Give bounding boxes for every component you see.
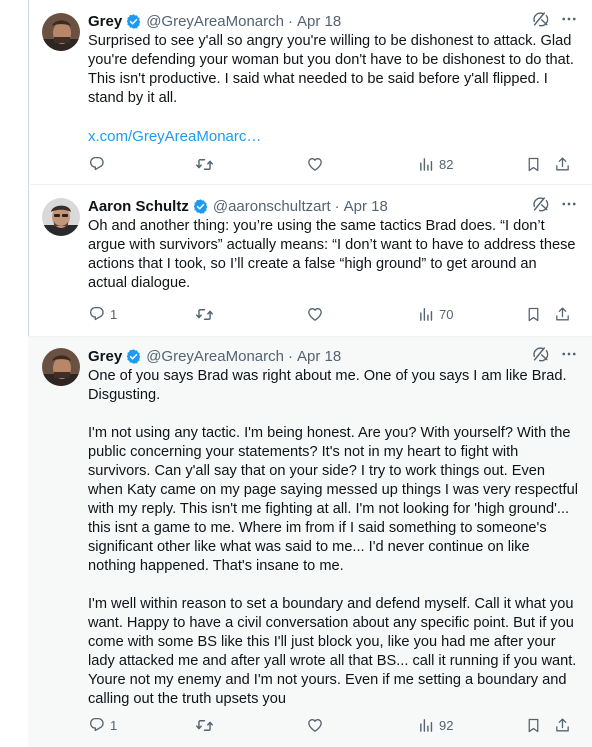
bookmark-button[interactable] — [525, 717, 542, 734]
tweet-header: Aaron Schultz @aaronschultzart · Apr 18 — [88, 196, 578, 216]
repost-button[interactable] — [195, 305, 218, 324]
bookmark-button[interactable] — [525, 306, 542, 323]
separator: · — [287, 12, 293, 30]
tweet[interactable]: Grey @GreyAreaMonarch · Apr 18 One of yo… — [28, 336, 592, 747]
grok-icon[interactable] — [531, 345, 550, 368]
reply-button[interactable]: 1 — [88, 716, 117, 734]
reply-count: 1 — [110, 717, 118, 733]
avatar[interactable] — [42, 348, 80, 386]
tweet-text: Surprised to see y'all so angry you're w… — [88, 33, 578, 106]
share-button[interactable] — [554, 306, 571, 323]
like-button[interactable] — [306, 305, 328, 323]
tweet-text: One of you says Brad was right about me.… — [88, 368, 578, 707]
post-date[interactable]: Apr 18 — [297, 13, 341, 30]
verified-badge-icon — [192, 198, 209, 215]
reply-count: 1 — [110, 306, 118, 322]
repost-button[interactable] — [195, 716, 218, 735]
views-count: 92 — [439, 717, 454, 733]
views-button[interactable]: 70 — [418, 306, 453, 323]
tweet[interactable]: Grey @GreyAreaMonarch · Apr 18 Surprised… — [28, 0, 592, 184]
reply-button[interactable] — [88, 155, 110, 173]
reply-button[interactable]: 1 — [88, 305, 117, 323]
share-button[interactable] — [554, 156, 571, 173]
views-button[interactable]: 92 — [418, 717, 453, 734]
more-options-icon[interactable] — [560, 195, 578, 217]
user-handle[interactable]: @GreyAreaMonarch — [146, 348, 284, 365]
tweet-link[interactable]: x.com/GreyAreaMonarc… — [88, 127, 578, 146]
verified-badge-icon — [125, 348, 142, 365]
like-button[interactable] — [306, 155, 328, 173]
separator: · — [287, 347, 293, 365]
avatar[interactable] — [42, 13, 80, 51]
more-options-icon[interactable] — [560, 10, 578, 32]
post-date[interactable]: Apr 18 — [344, 198, 388, 215]
tweet-actions: 1 92 — [88, 715, 574, 735]
repost-button[interactable] — [195, 155, 218, 174]
bookmark-button[interactable] — [525, 156, 542, 173]
tweet-text: Oh and another thing: you’re using the s… — [88, 218, 580, 291]
share-button[interactable] — [554, 717, 571, 734]
tweet-actions: 82 — [88, 154, 574, 174]
views-count: 82 — [439, 156, 454, 172]
verified-badge-icon — [125, 13, 142, 30]
display-name[interactable]: Grey — [88, 348, 122, 365]
views-count: 70 — [439, 306, 454, 322]
separator: · — [334, 197, 340, 215]
tweet-header: Grey @GreyAreaMonarch · Apr 18 — [88, 346, 578, 366]
display-name[interactable]: Aaron Schultz — [88, 198, 189, 215]
display-name[interactable]: Grey — [88, 13, 122, 30]
more-options-icon[interactable] — [560, 345, 578, 367]
tweet[interactable]: Aaron Schultz @aaronschultzart · Apr 18 … — [28, 184, 592, 337]
views-button[interactable]: 82 — [418, 156, 453, 173]
conversation-thread: Grey @GreyAreaMonarch · Apr 18 Surprised… — [0, 0, 592, 747]
like-button[interactable] — [306, 716, 328, 734]
tweet-header: Grey @GreyAreaMonarch · Apr 18 — [88, 11, 578, 31]
grok-icon[interactable] — [531, 10, 550, 33]
post-date[interactable]: Apr 18 — [297, 348, 341, 365]
user-handle[interactable]: @GreyAreaMonarch — [146, 13, 284, 30]
avatar[interactable] — [42, 198, 80, 236]
grok-icon[interactable] — [531, 195, 550, 218]
user-handle[interactable]: @aaronschultzart — [213, 198, 331, 215]
tweet-actions: 1 70 — [88, 304, 574, 324]
